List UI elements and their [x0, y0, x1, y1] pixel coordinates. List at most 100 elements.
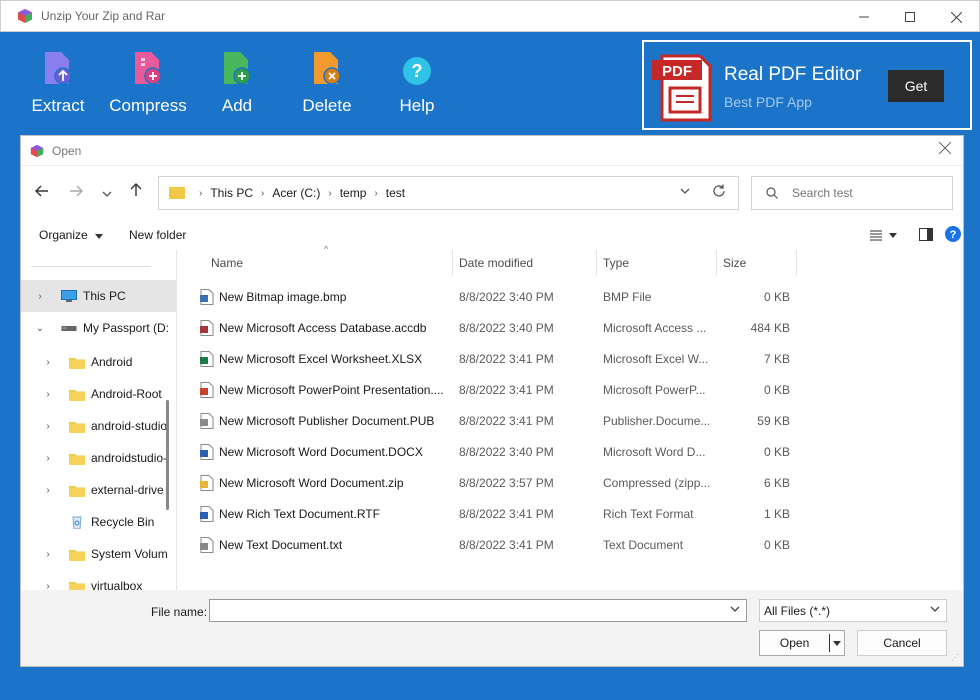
back-arrow-icon: [35, 185, 48, 197]
file-type: Microsoft PowerP...: [603, 382, 706, 397]
organize-button[interactable]: Organize: [39, 228, 104, 242]
breadcrumb-acer-c[interactable]: Acer (C:): [272, 186, 320, 200]
recent-locations-button[interactable]: [96, 182, 118, 204]
column-header-size[interactable]: Size: [717, 250, 797, 276]
file-date-modified: 8/8/2022 3:40 PM: [459, 320, 554, 335]
cancel-button[interactable]: Cancel: [857, 630, 947, 656]
collapse-chevron-icon[interactable]: ›: [35, 291, 45, 302]
breadcrumb-test[interactable]: test: [386, 186, 405, 200]
tree-item[interactable]: › Android: [21, 346, 176, 378]
file-name-history-button[interactable]: [730, 604, 740, 615]
tree-item-label: This PC: [83, 289, 126, 303]
minimize-button[interactable]: [841, 1, 887, 33]
recycle-bin-icon: [69, 516, 85, 529]
help-button[interactable]: ? Help: [377, 46, 457, 116]
file-name-input[interactable]: [209, 599, 747, 622]
file-row[interactable]: New Text Document.txt 8/8/2022 3:41 PM Tex…: [178, 529, 963, 560]
file-type-filter[interactable]: All Files (*.*): [759, 599, 947, 622]
file-row[interactable]: New Microsoft Word Document.DOCX 8/8/2022…: [178, 436, 963, 467]
back-button[interactable]: [31, 182, 53, 204]
tree-item[interactable]: ⌄ My Passport (D:: [21, 312, 176, 344]
delete-label: Delete: [302, 96, 352, 115]
delete-file-icon: [314, 52, 341, 85]
tree-item[interactable]: › external-drive: [21, 474, 176, 506]
compress-button[interactable]: Compress: [108, 46, 188, 116]
pdf-editor-ad[interactable]: PDF Real PDF Editor Best PDF App Get: [642, 40, 972, 130]
ad-get-button[interactable]: Get: [888, 70, 944, 102]
tree-item-label: external-drive: [91, 483, 164, 497]
file-row[interactable]: New Microsoft Excel Worksheet.XLSX 8/8/20…: [178, 343, 963, 374]
ad-subtitle: Best PDF App: [724, 94, 812, 110]
ribbon: Extract Compress Add Delete ? Help PDF R…: [8, 32, 972, 134]
file-row[interactable]: New Bitmap image.bmp 8/8/2022 3:40 PM BMP …: [178, 281, 963, 312]
compress-icon: [135, 52, 162, 85]
address-bar[interactable]: › This PC › Acer (C:) › temp › test: [158, 176, 739, 210]
search-input[interactable]: [792, 186, 932, 200]
column-header-name[interactable]: Name: [178, 250, 453, 276]
file-row[interactable]: New Microsoft Access Database.accdb 8/8/2…: [178, 312, 963, 343]
extract-button[interactable]: Extract: [18, 46, 98, 116]
file-row[interactable]: New Rich Text Document.RTF 8/8/2022 3:41 …: [178, 498, 963, 529]
app-titlebar: Unzip Your Zip and Rar: [0, 0, 980, 32]
tree-item-label: System Volum: [91, 547, 168, 561]
delete-button[interactable]: Delete: [287, 46, 367, 116]
chevron-down-icon: [102, 191, 112, 197]
file-name: New Microsoft Word Document.zip: [219, 475, 404, 490]
collapse-chevron-icon[interactable]: ›: [43, 549, 53, 560]
open-button[interactable]: Open: [759, 630, 845, 656]
view-options-button[interactable]: [869, 228, 883, 242]
refresh-button[interactable]: [712, 184, 726, 201]
new-folder-button[interactable]: New folder: [129, 228, 186, 242]
collapse-chevron-icon[interactable]: ›: [43, 453, 53, 464]
file-type: Publisher.Docume...: [603, 413, 711, 428]
caret-down-icon: [833, 641, 842, 646]
extract-icon: [45, 52, 72, 85]
zip-folder-icon: [200, 475, 214, 491]
publisher-file-icon: [200, 413, 214, 429]
extract-label: Extract: [31, 96, 85, 115]
tree-item[interactable]: › virtualbox: [21, 570, 176, 591]
resize-grip-icon[interactable]: ⋰: [951, 653, 959, 662]
file-row[interactable]: New Microsoft Word Document.zip 8/8/2022 …: [178, 467, 963, 498]
up-button[interactable]: [125, 182, 147, 204]
caret-down-icon: [95, 234, 104, 239]
tree-item[interactable]: › androidstudio-: [21, 442, 176, 474]
close-button[interactable]: [933, 1, 979, 33]
tree-item[interactable]: Recycle Bin: [21, 506, 176, 538]
maximize-icon: [905, 12, 915, 22]
tree-item[interactable]: › android-studio: [21, 410, 176, 442]
pc-icon: [61, 289, 77, 303]
file-type: Compressed (zipp...: [603, 475, 711, 490]
open-options-button[interactable]: [830, 638, 844, 648]
file-row[interactable]: New Microsoft Publisher Document.PUB 8/8/…: [178, 405, 963, 436]
help-icon[interactable]: ?: [945, 226, 961, 242]
breadcrumb-this-pc[interactable]: This PC: [210, 186, 253, 200]
maximize-button[interactable]: [887, 1, 933, 33]
tree-item-label: virtualbox: [91, 579, 143, 590]
file-size: 59 KB: [757, 413, 790, 428]
tree-item[interactable]: › System Volum: [21, 538, 176, 570]
forward-button[interactable]: [65, 182, 87, 204]
collapse-chevron-icon[interactable]: ›: [43, 581, 53, 591]
collapse-chevron-icon[interactable]: ›: [43, 485, 53, 496]
navigation-scrollbar[interactable]: [166, 400, 169, 510]
column-header-date-modified[interactable]: Date modified: [453, 250, 597, 276]
collapse-chevron-icon[interactable]: ›: [43, 389, 53, 400]
expand-chevron-icon[interactable]: ⌄: [35, 323, 45, 334]
dialog-close-button[interactable]: [935, 141, 955, 161]
file-type-filter-dropdown[interactable]: [930, 604, 940, 615]
collapse-chevron-icon[interactable]: ›: [43, 421, 53, 432]
view-options-caret-icon[interactable]: [889, 233, 897, 238]
search-box[interactable]: [751, 176, 953, 210]
tree-item[interactable]: › Android-Root: [21, 378, 176, 410]
tree-item-label: Recycle Bin: [91, 515, 155, 529]
add-button[interactable]: Add: [197, 46, 277, 116]
tree-item[interactable]: › This PC: [21, 280, 176, 312]
breadcrumb-temp[interactable]: temp: [340, 186, 367, 200]
address-history-button[interactable]: [680, 185, 690, 197]
preview-pane-button[interactable]: [919, 228, 933, 241]
organize-label: Organize: [39, 228, 88, 242]
column-header-type[interactable]: Type: [597, 250, 717, 276]
collapse-chevron-icon[interactable]: ›: [43, 357, 53, 368]
file-row[interactable]: New Microsoft PowerPoint Presentation...…: [178, 374, 963, 405]
